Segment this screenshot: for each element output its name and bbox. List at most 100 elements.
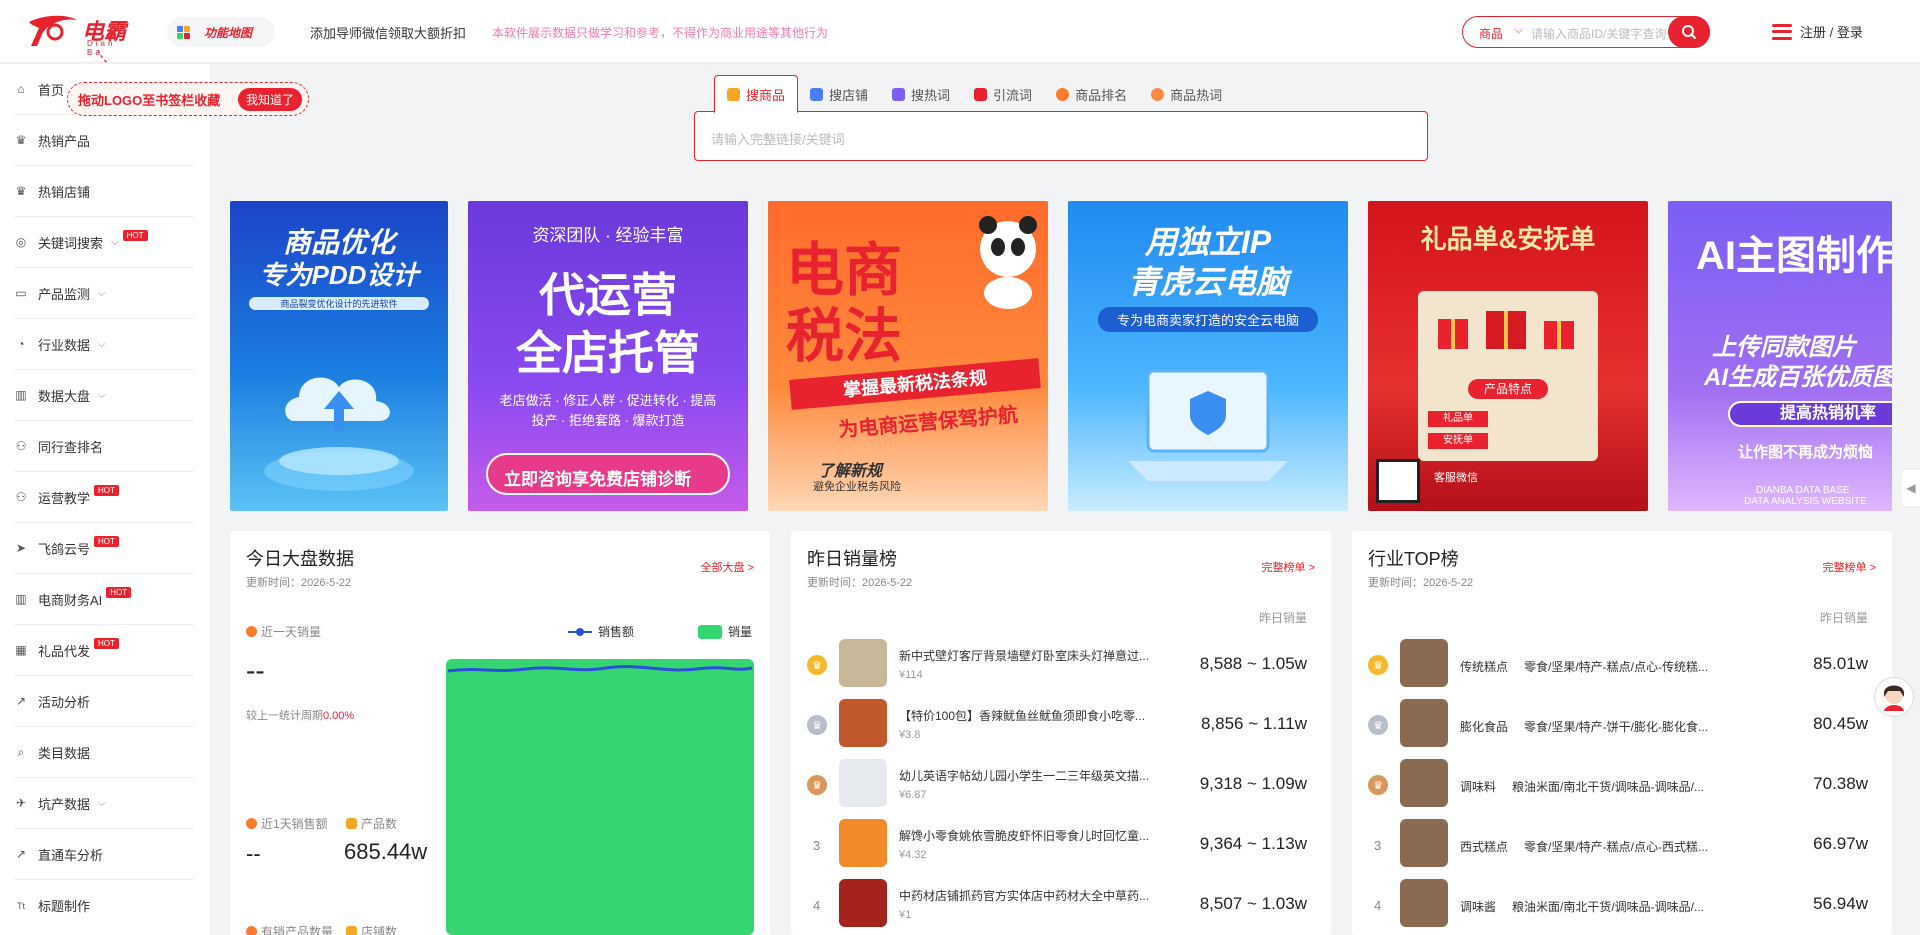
banner-title: 代运营 [539, 269, 677, 321]
sidebar-item-feige-cloud[interactable]: ➤ 飞鸽云号 HOT [14, 523, 194, 574]
sidebar-item-title-making[interactable]: Tt 标题制作 [14, 880, 194, 931]
main-search-input[interactable]: 请输入完整链接/关键词 [694, 111, 1428, 161]
table-row[interactable]: 4 中药材店铺抓药官方实体店中药材大全中草药... ¥1 8,507 ~ 1.0… [807, 875, 1315, 931]
table-row[interactable]: ♛ 【特价100包】香辣鱿鱼丝鱿鱼须即食小吃零... ¥3.8 8,856 ~ … [807, 695, 1315, 751]
sales-value: 56.94w [1813, 894, 1868, 913]
sidebar-item-label: 运营教学 [38, 490, 91, 506]
product-name: 幼儿英语字帖幼儿园小学生一二三年级英文描... [899, 769, 1150, 783]
sidebar-item-through-train[interactable]: ↗ 直通车分析 [14, 829, 194, 880]
sidebar-item-label: 首页 [38, 82, 65, 98]
table-row[interactable]: 3 解馋小零食姚依雪脆皮虾怀旧零食儿时回忆童... ¥4.32 9,364 ~ … [807, 815, 1315, 871]
search-type-select[interactable]: 商品 [1479, 25, 1503, 42]
sidebar-item-hot-products[interactable]: ♛ 热销产品 [14, 115, 194, 166]
chevron-down-icon: ⌵ [98, 338, 106, 350]
sidebar-item-peer-ranking[interactable]: ⚇ 同行查排名 [14, 421, 194, 472]
sales-value: 80.45w [1813, 714, 1868, 733]
sidebar-item-gift-delivery[interactable]: ▦ 礼品代发 HOT [14, 625, 194, 676]
sidebar-item-category-data[interactable]: ⌕ 类目数据 [14, 727, 194, 778]
sales-bar [446, 659, 754, 935]
sidebar-item-product-monitor[interactable]: ▭ 产品监测 ⌵ [14, 268, 194, 319]
banner-ai-image[interactable]: AI主图制作 上传同款图片 AI生成百张优质图 提高热销机率 让作图不再成为烦恼… [1668, 201, 1892, 511]
banner-footer-1: DIANBA DATA BASE [1756, 485, 1850, 496]
tab-search-products[interactable]: 搜商品 [714, 75, 799, 113]
top-search-box: 商品 ⌵ 请输入商品ID/关键字查询 [1462, 16, 1710, 48]
top-bar: 电霸 Dian Ba 功能地图 添加导师微信领取大额折扣 本软件展示数据只做学习… [0, 0, 1920, 81]
panda-icon [979, 216, 1037, 309]
title-icon: Tt [17, 900, 25, 911]
sidebar-item-label: 数据大盘 [38, 388, 91, 404]
sidebar-item-label: 飞鸽云号 [38, 541, 91, 557]
shop-icon [810, 87, 824, 101]
qr-code-icon [1376, 459, 1420, 503]
sales-chart [446, 659, 754, 935]
line-chart-icon: ↗ [15, 694, 27, 708]
sidebar-item-label: 标题制作 [38, 899, 91, 914]
top-search-button[interactable] [1668, 16, 1710, 48]
top-search-input[interactable]: 请输入商品ID/关键字查询 [1531, 25, 1666, 42]
table-row[interactable]: ♛ 膨化食品 零食/坚果/特产-饼干/膨化-膨化食... 80.45w [1368, 695, 1876, 751]
yesterday-sales-panel: 昨日销量榜 更新时间：2026-5-22 完整榜单 > 昨日销量 ♛ 新中式壁灯… [791, 531, 1331, 935]
login-register-label: 注册 / 登录 [1800, 25, 1863, 40]
chevron-left-icon[interactable]: ◀ [1902, 470, 1920, 506]
logo[interactable]: 电霸 Dian Ba [25, 12, 135, 57]
sidebar-item-pit-output-data[interactable]: ✈ 坑产数据 ⌵ [14, 778, 194, 829]
product-name: 新中式壁灯客厅背景墙壁灯卧室床头灯禅意过... [899, 649, 1150, 663]
banner-title: AI主图制作 [1696, 234, 1892, 278]
category-name: 传统糕点 零食/坚果/特产-糕点/点心-传统糕... [1460, 658, 1708, 675]
tab-product-hotwords[interactable]: 商品热词 [1139, 75, 1234, 113]
full-list-link[interactable]: 完整榜单 > [1823, 559, 1876, 575]
sidebar-item-label: 礼品代发 [38, 643, 91, 659]
table-row[interactable]: ♛ 新中式壁灯客厅背景墙壁灯卧室床头灯禅意过... ¥114 8,588 ~ 1… [807, 635, 1315, 691]
line-chart-icon: ↗ [15, 847, 27, 861]
banner-cloud-pc[interactable]: 用独立IP 青虎云电脑 专为电商卖家打造的安全云电脑 [1068, 201, 1348, 511]
sidebar-item-operation-teaching[interactable]: ⚇ 运营教学 HOT [14, 472, 194, 523]
category-name: 调味料 粮油米面/南北干货/调味品-调味品/... [1460, 778, 1704, 795]
kpi-selling-products: 有销产品数量 [246, 923, 333, 935]
table-row[interactable]: 4 调味酱 粮油米面/南北干货/调味品-调味品/... 56.94w [1368, 875, 1876, 931]
tab-product-ranking[interactable]: 商品排名 [1044, 75, 1139, 113]
got-it-button[interactable]: 我知道了 [237, 88, 302, 111]
banner-gift-order[interactable]: 礼品单&安抚单 产品特点 礼品单 安抚单 客服微信 [1368, 201, 1648, 511]
silver-medal-icon: ♛ [1368, 715, 1388, 735]
database-icon [346, 926, 357, 935]
laptop-icon [1128, 369, 1288, 481]
sidebar-item-data-dashboard[interactable]: ▥ 数据大盘 ⌵ [14, 370, 194, 421]
full-list-link[interactable]: 完整榜单 > [1262, 559, 1315, 575]
sidebar-item-hot-shops[interactable]: ♛ 热销店铺 [14, 166, 194, 217]
table-row[interactable]: 3 西式糕点 零食/坚果/特产-糕点/点心-西式糕... 66.97w [1368, 815, 1876, 871]
category-thumbnail [1400, 759, 1448, 807]
sidebar-item-activity-analysis[interactable]: ↗ 活动分析 [14, 676, 194, 727]
login-register-link[interactable]: 注册 / 登录 [1772, 22, 1863, 41]
banner-agency-operation[interactable]: 资深团队 · 经验丰富 代运营 全店托管 老店做活 · 修正人群 · 促进转化 … [468, 201, 748, 511]
tab-traffic-words[interactable]: 引流词 [962, 75, 1044, 113]
product-price: ¥4.32 [899, 849, 927, 861]
banner-title: 礼品单&安抚单 [1420, 224, 1596, 254]
main-search-placeholder: 请输入完整链接/关键词 [711, 132, 845, 147]
customer-service-avatar[interactable] [1874, 677, 1914, 717]
all-market-link[interactable]: 全部大盘 > [701, 559, 754, 575]
sidebar-item-industry-data[interactable]: ◔ 行业数据 ⌵ [14, 319, 194, 370]
function-map-button[interactable]: 功能地图 [167, 17, 275, 47]
clock-icon [246, 926, 257, 935]
category-thumbnail [1400, 879, 1448, 927]
banner-pdd-optimization[interactable]: 商品优化 专为PDD设计 商品裂变优化设计的先进软件 [230, 201, 448, 511]
table-row[interactable]: ♛ 幼儿英语字帖幼儿园小学生一二三年级英文描... ¥6.87 9,318 ~ … [807, 755, 1315, 811]
chevron-down-icon: ⌵ [98, 287, 106, 299]
hot-badge: HOT [94, 637, 119, 649]
gold-medal-icon: ♛ [1368, 655, 1388, 675]
banner-ecommerce-tax[interactable]: 电商 税法 掌握最新税法条规 为电商运营保驾护航 了解新规 避免企业税务风险 [768, 201, 1048, 511]
consult-button-label: 立即咨询享免费店铺诊断 [504, 470, 691, 489]
table-row[interactable]: ♛ 调味料 粮油米面/南北干货/调味品-调味品/... 70.38w [1368, 755, 1876, 811]
category-path: 零食/坚果/特产-糕点/点心-传统糕... [1524, 660, 1709, 674]
tab-search-hotwords[interactable]: 搜热词 [880, 75, 962, 113]
consult-button[interactable]: 立即咨询享免费店铺诊断 [486, 453, 730, 495]
kpi-label: 产品数 [361, 817, 398, 831]
mentor-notice-link[interactable]: 添加导师微信领取大额折扣 [310, 23, 466, 42]
legend-sales: 销量 [698, 623, 752, 640]
sidebar-item-keyword-search[interactable]: ◎ 关键词搜索 ⌵ HOT [14, 217, 194, 268]
gift-icon: ▦ [15, 643, 27, 657]
sidebar-item-finance-ai[interactable]: ▥ 电商财务AI HOT [14, 574, 194, 625]
banner-note-sub: 避免企业税务风险 [813, 481, 901, 493]
table-row[interactable]: ♛ 传统糕点 零食/坚果/特产-糕点/点心-传统糕... 85.01w [1368, 635, 1876, 691]
tab-search-shops[interactable]: 搜店铺 [798, 75, 880, 113]
